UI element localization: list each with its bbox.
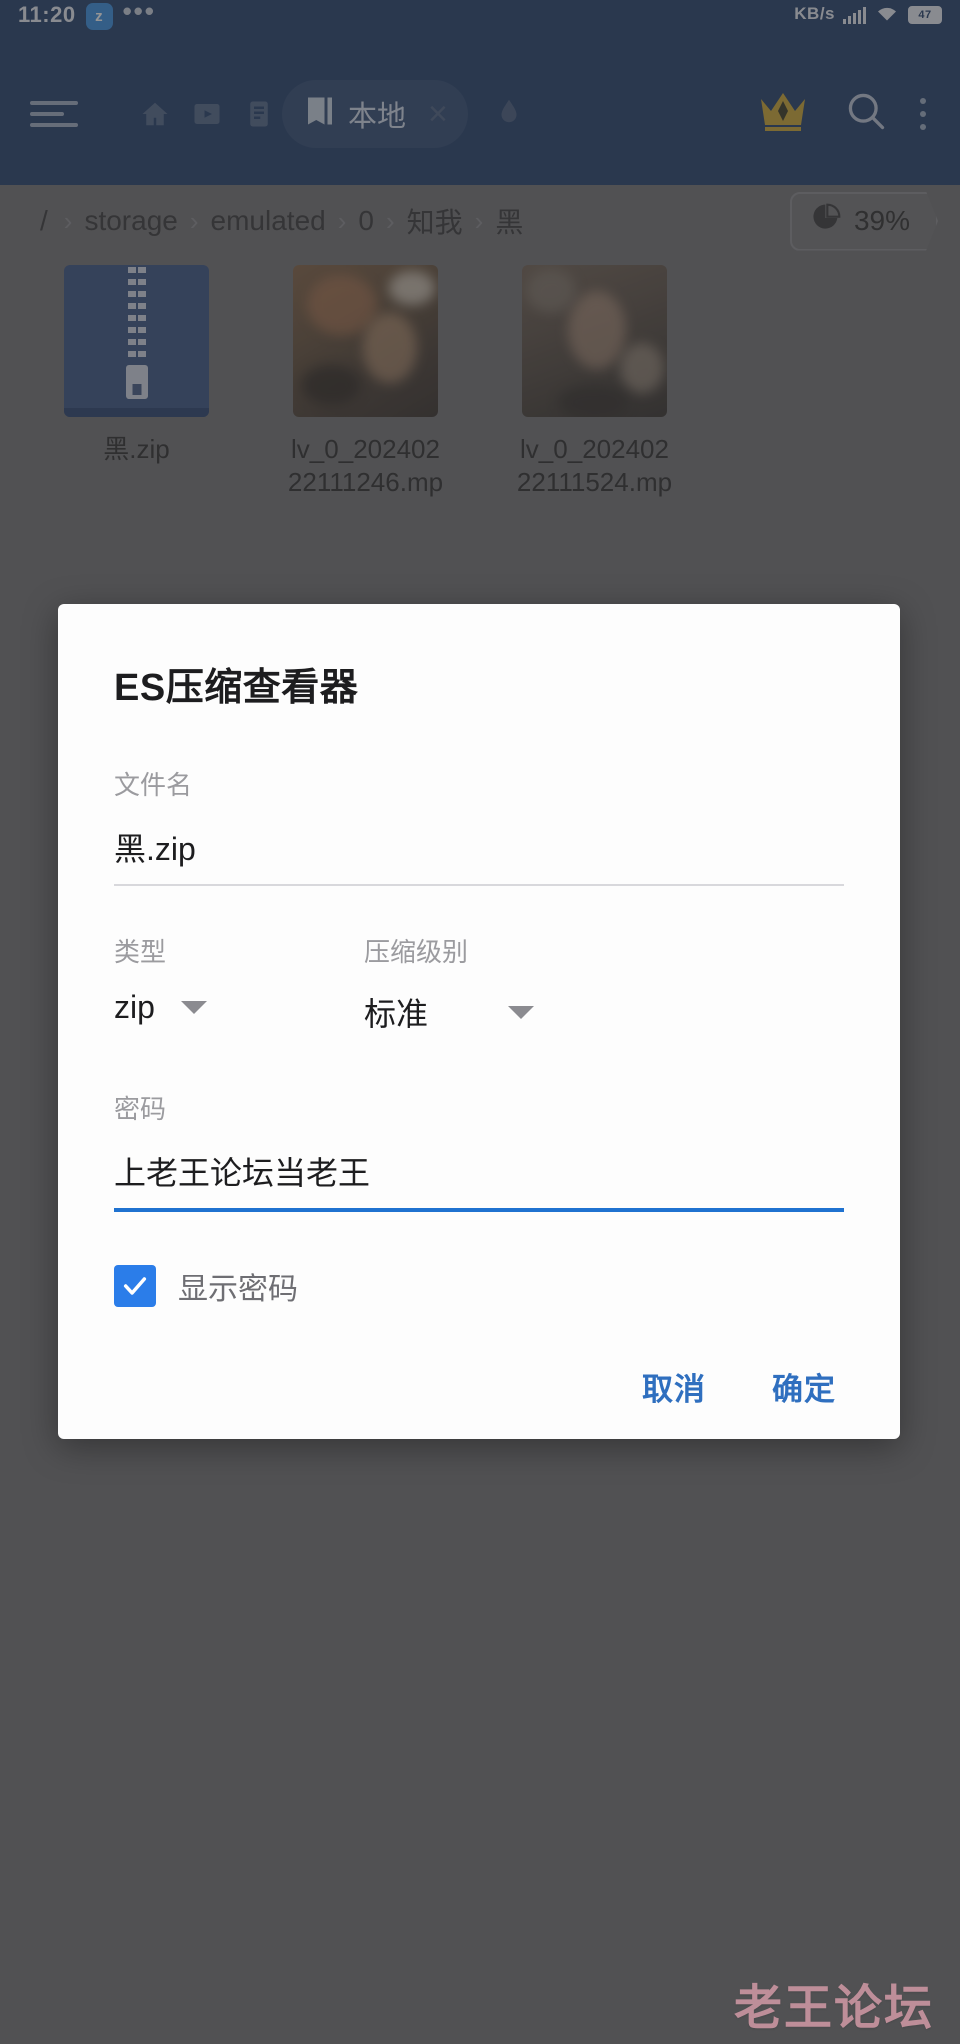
- filename-input[interactable]: 黑.zip: [114, 802, 844, 886]
- watermark: 老王论坛: [733, 1982, 934, 2035]
- show-password-label: 显示密码: [178, 1273, 298, 1306]
- type-field-group: 类型 zip: [114, 932, 364, 1035]
- level-field-group: 压缩级别 标准: [364, 932, 844, 1035]
- level-select[interactable]: 标准: [364, 969, 844, 1035]
- compress-dialog: ES压缩查看器 文件名 黑.zip 类型 zip 压缩级别 标准 密码 上老王论…: [58, 604, 900, 1439]
- show-password-checkbox[interactable]: [114, 1265, 156, 1307]
- cancel-button[interactable]: 取消: [642, 1364, 706, 1409]
- filename-field-group: 文件名 黑.zip: [114, 765, 844, 886]
- level-value: 标准: [364, 996, 429, 1032]
- password-field-group: 密码 上老王论坛当老王: [114, 1089, 844, 1212]
- level-label: 压缩级别: [364, 937, 469, 967]
- show-password-row[interactable]: 显示密码: [114, 1264, 844, 1308]
- dialog-title: ES压缩查看器: [114, 667, 359, 709]
- filename-label: 文件名: [114, 770, 193, 800]
- password-label: 密码: [114, 1094, 167, 1124]
- type-label: 类型: [114, 937, 167, 967]
- type-select[interactable]: zip: [114, 969, 364, 1026]
- dialog-actions: 取消 确定: [114, 1364, 844, 1409]
- type-value: zip: [114, 989, 155, 1025]
- confirm-button[interactable]: 确定: [772, 1364, 836, 1409]
- chevron-down-icon: [180, 1001, 207, 1014]
- type-and-level-row: 类型 zip 压缩级别 标准: [114, 932, 844, 1035]
- chevron-down-icon: [508, 1005, 535, 1019]
- password-input[interactable]: 上老王论坛当老王: [114, 1126, 844, 1212]
